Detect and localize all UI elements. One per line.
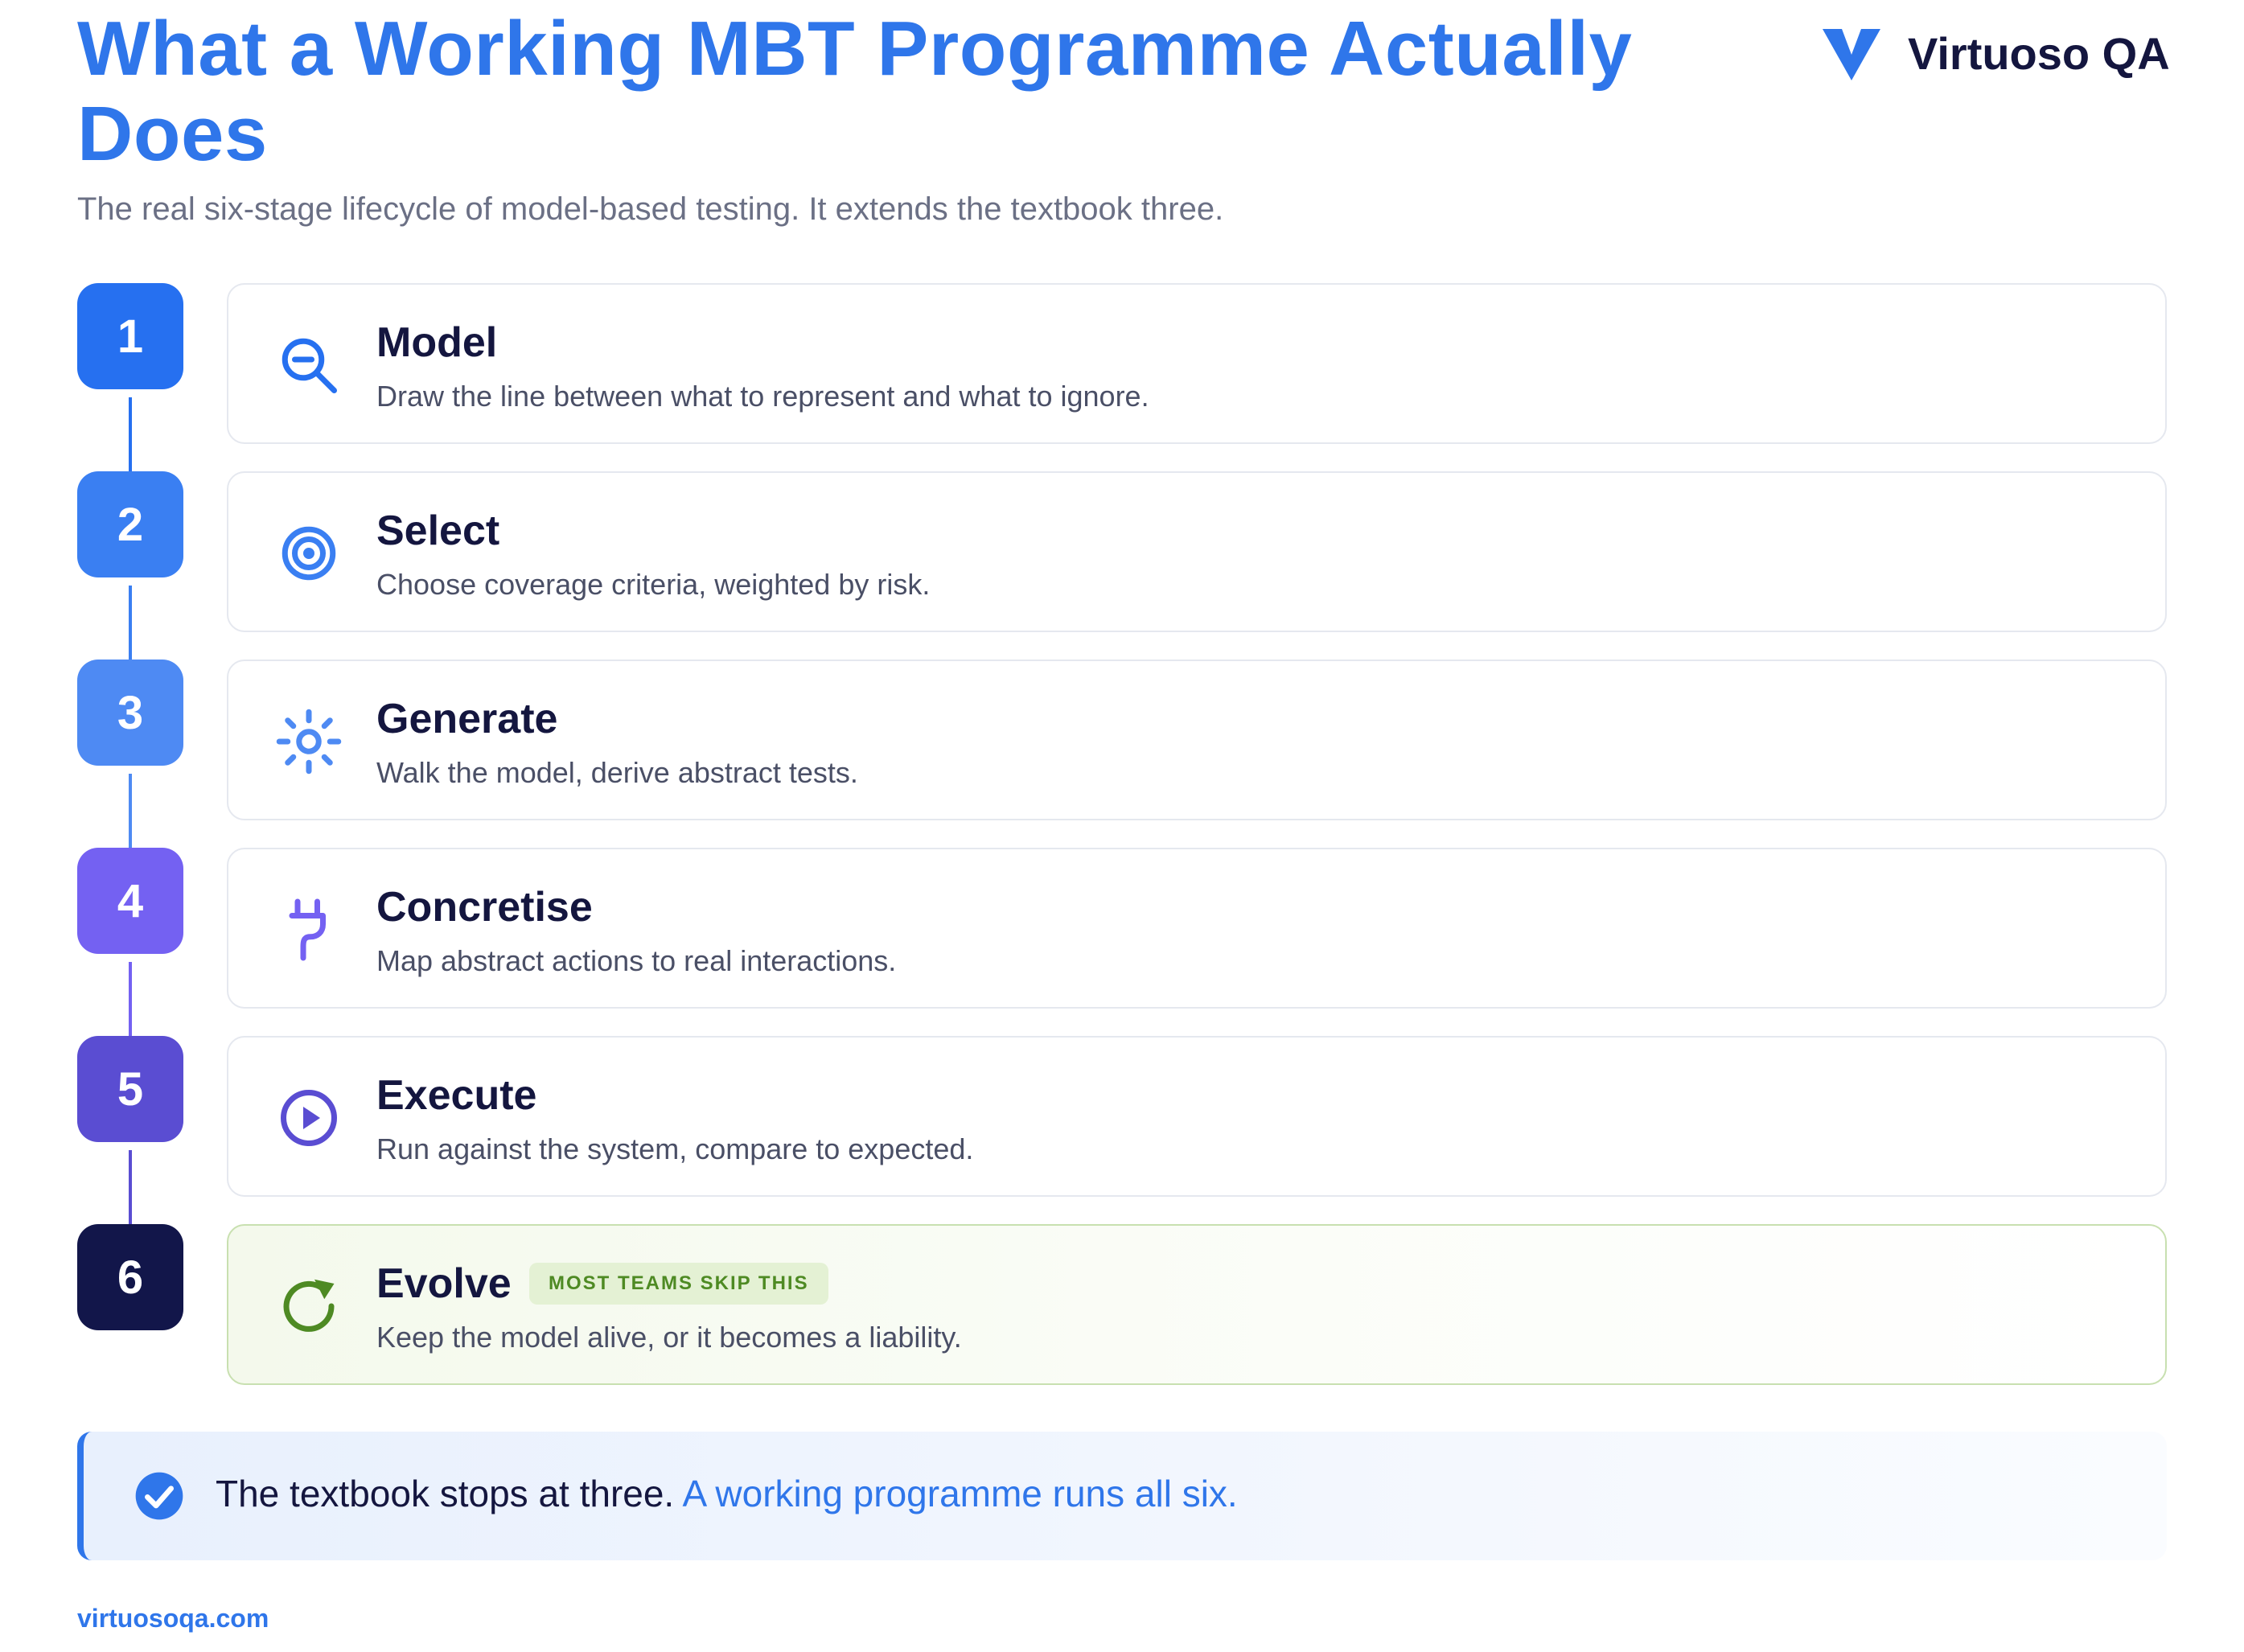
refresh-icon (283, 1279, 335, 1332)
stage-number-badge: 4 (77, 848, 183, 954)
summary-callout: The textbook stops at three. A working p… (77, 1432, 2167, 1560)
sun-spark-icon (276, 709, 342, 775)
callout-text: The textbook stops at three. A working p… (216, 1472, 1238, 1515)
stage-card-model: Model Draw the line between what to repr… (227, 283, 2167, 444)
stage-title: Model (376, 319, 498, 366)
stage-title: Evolve (376, 1260, 512, 1307)
stage-title: Generate (376, 696, 558, 742)
stage-number-badge: 5 (77, 1036, 183, 1142)
stage-connector-4-5 (129, 962, 132, 1036)
skip-warning-badge: MOST TEAMS SKIP THIS (529, 1263, 828, 1305)
stage-description: Keep the model alive, or it becomes a li… (376, 1321, 962, 1354)
stage-number-badge: 2 (77, 471, 183, 577)
stage-card-select: Select Choose coverage criteria, weighte… (227, 471, 2167, 632)
stage-description: Walk the model, derive abstract tests. (376, 756, 858, 789)
stage-number-badge: 3 (77, 660, 183, 766)
brand-name: Virtuoso QA (1908, 27, 2170, 79)
play-circle-icon (281, 1090, 337, 1146)
stage-title: Execute (376, 1072, 537, 1119)
stage-card-generate: Generate Walk the model, derive abstract… (227, 660, 2167, 820)
stage-description: Run against the system, compare to expec… (376, 1132, 974, 1165)
stage-connector-3-4 (129, 774, 132, 848)
brand-logo: Virtuoso QA (1819, 21, 2170, 85)
stage-card-evolve: Evolve MOST TEAMS SKIP THIS Keep the mod… (227, 1224, 2167, 1385)
stage-description: Draw the line between what to represent … (376, 380, 1149, 413)
stage-number-badge: 1 (77, 283, 183, 389)
stage-description: Map abstract actions to real interaction… (376, 944, 897, 977)
stage-number-badge: 6 (77, 1224, 183, 1330)
stage-connector-1-2 (129, 397, 132, 471)
footer-url-link[interactable]: virtuosoqa.com (77, 1604, 269, 1634)
stage-card-concretise: Concretise Map abstract actions to real … (227, 848, 2167, 1009)
target-icon (282, 526, 336, 581)
stage-card-execute: Execute Run against the system, compare … (227, 1036, 2167, 1197)
check-circle-icon (135, 1472, 183, 1520)
stage-title: Select (376, 508, 500, 554)
page-title: What a Working MBT Programme Actually Do… (77, 6, 1633, 177)
stage-title: Concretise (376, 884, 593, 931)
callout-emphasis: A working programme runs all six. (682, 1473, 1238, 1514)
magnifier-minus-icon (282, 338, 337, 393)
page-subtitle: The real six-stage lifecycle of model-ba… (77, 191, 1224, 227)
stage-connector-2-3 (129, 586, 132, 660)
stage-description: Choose coverage criteria, weighted by ri… (376, 568, 931, 601)
callout-lead: The textbook stops at three. (216, 1473, 675, 1514)
plug-icon (289, 898, 326, 961)
virtuoso-v-icon (1823, 29, 1880, 80)
stage-connector-5-6 (129, 1150, 132, 1224)
